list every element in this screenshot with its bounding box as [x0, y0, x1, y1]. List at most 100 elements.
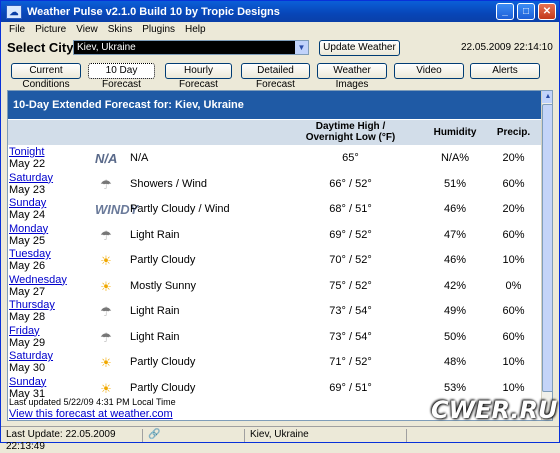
- condition-text: Mostly Sunny: [130, 279, 197, 292]
- condition-text: Partly Cloudy: [130, 381, 196, 394]
- menu-view[interactable]: View: [76, 24, 98, 35]
- forecast-row: Saturday May 30 ☀ Partly Cloudy 71° / 52° 48%…: [8, 350, 541, 376]
- minimize-button[interactable]: _: [496, 3, 514, 20]
- current-datetime: 22.05.2009 22:14:10: [461, 42, 553, 53]
- condition-text: Light Rain: [130, 228, 180, 241]
- menu-skins[interactable]: Skins: [108, 24, 132, 35]
- close-button[interactable]: ✕: [538, 3, 556, 20]
- precip-value: 10%: [502, 356, 525, 368]
- humidity-value: 50%: [443, 330, 467, 343]
- humidity-value: 49%: [443, 305, 467, 317]
- menu-file[interactable]: File: [9, 24, 25, 35]
- tab-current-conditions[interactable]: Current Conditions: [11, 63, 81, 90]
- temperature-value: 66° / 52°: [329, 177, 372, 190]
- window-title: Weather Pulse v2.1.0 Build 10 by Tropic …: [27, 5, 280, 18]
- scroll-thumb[interactable]: [542, 104, 552, 392]
- menu-plugins[interactable]: Plugins: [142, 24, 175, 35]
- temperature-value: 73° / 54°: [329, 305, 372, 317]
- precip-value: 20%: [502, 203, 525, 215]
- tab-10-day-forecast[interactable]: 10 Day Forecast: [88, 63, 155, 90]
- tab-detailed-forecast[interactable]: Detailed Forecast: [241, 63, 310, 90]
- forecast-panel: 10-Day Extended Forecast for: Kiev, Ukra…: [7, 90, 553, 421]
- windy-icon: WINDY: [95, 202, 139, 217]
- humidity-value: 53%: [443, 381, 467, 394]
- status-last-update: Last Update: 22.05.2009 22:13:49: [3, 429, 143, 452]
- forecast-row: Tuesday May 26 ☀ Partly Cloudy 70° / 52° 46% 1…: [8, 248, 541, 274]
- scroll-up-icon[interactable]: ▲: [542, 91, 552, 103]
- humidity-value: 46%: [443, 254, 467, 266]
- maximize-button[interactable]: □: [517, 3, 535, 20]
- precip-value: 60%: [502, 228, 525, 241]
- condition-text: Partly Cloudy: [130, 356, 196, 368]
- select-city-label: Select City: [7, 40, 74, 55]
- humidity-value: 48%: [443, 356, 467, 368]
- day-link[interactable]: Friday: [9, 325, 40, 337]
- precip-value: 60%: [502, 305, 525, 317]
- forecast-column-header: Daytime High / Overnight Low (°F) Humidi…: [8, 120, 541, 145]
- day-date: May 28: [9, 311, 46, 323]
- temperature-value: 69° / 51°: [329, 381, 372, 394]
- day-link[interactable]: Wednesday: [9, 274, 67, 286]
- temperature-value: 68° / 51°: [329, 203, 372, 215]
- temp-column-header-line2: Overnight Low (°F): [305, 132, 396, 143]
- partly-cloudy-icon: ☀: [100, 380, 112, 396]
- humidity-column-header: Humidity: [433, 127, 477, 138]
- day-link[interactable]: Tuesday: [9, 248, 51, 260]
- vertical-scrollbar[interactable]: ▲: [541, 91, 552, 420]
- day-link[interactable]: Saturday: [9, 172, 53, 184]
- day-date: May 29: [9, 336, 46, 349]
- menu-help[interactable]: Help: [185, 24, 206, 35]
- partly-cloudy-icon: ☀: [100, 253, 112, 268]
- update-weather-button[interactable]: Update Weather: [319, 40, 400, 56]
- condition-text: Showers / Wind: [130, 177, 208, 190]
- tab-video[interactable]: Video: [394, 63, 464, 79]
- city-dropdown[interactable]: Kiev, Ukraine ▼: [73, 40, 309, 55]
- humidity-value: 51%: [443, 177, 467, 190]
- precip-value: 20%: [502, 152, 525, 164]
- day-date: May 27: [9, 285, 46, 298]
- weather-com-link[interactable]: View this forecast at weather.com: [9, 408, 173, 420]
- day-link[interactable]: Monday: [9, 223, 48, 235]
- condition-text: Light Rain: [130, 305, 180, 317]
- tab-hourly-forecast[interactable]: Hourly Forecast: [165, 63, 232, 90]
- temperature-value: 71° / 52°: [329, 356, 372, 368]
- temperature-value: 70° / 52°: [329, 254, 372, 266]
- forecast-row: Sunday May 24 WINDY Partly Cloudy / Wind 68°…: [8, 197, 541, 223]
- showers-icon: ☂: [100, 176, 112, 192]
- temp-column-header: Daytime High /: [315, 121, 386, 132]
- day-link[interactable]: Sunday: [9, 197, 46, 209]
- precip-column-header: Precip.: [496, 127, 531, 138]
- chevron-down-icon[interactable]: ▼: [295, 41, 308, 54]
- watermark-logo: CWER.RU: [431, 396, 558, 424]
- temperature-value: 65°: [342, 152, 359, 164]
- temperature-value: 75° / 52°: [329, 279, 372, 292]
- app-window: ☁ Weather Pulse v2.1.0 Build 10 by Tropi…: [0, 0, 560, 452]
- precip-value: 10%: [502, 254, 525, 266]
- title-bar[interactable]: ☁ Weather Pulse v2.1.0 Build 10 by Tropi…: [1, 1, 559, 22]
- day-link[interactable]: Tonight: [9, 146, 44, 158]
- status-icon-cell: 🔗: [145, 429, 245, 442]
- day-date: May 25: [9, 234, 46, 247]
- tab-weather-images[interactable]: Weather Images: [317, 63, 387, 90]
- day-date: May 26: [9, 260, 46, 272]
- humidity-value: 42%: [443, 279, 467, 292]
- condition-text: Light Rain: [130, 330, 180, 343]
- humidity-value: N/A%: [440, 152, 470, 164]
- last-updated-note: Last updated 5/22/09 4:31 PM Local Time: [9, 397, 176, 407]
- rain-icon: ☂: [100, 304, 112, 319]
- temperature-value: 69° / 52°: [329, 228, 372, 241]
- menu-picture[interactable]: Picture: [35, 24, 66, 35]
- condition-text: Partly Cloudy / Wind: [130, 203, 230, 215]
- rain-icon: ☂: [100, 227, 112, 243]
- day-date: May 24: [9, 209, 46, 221]
- forecast-row: Monday May 25 ☂ Light Rain 69° / 52° 47% 60%: [8, 223, 541, 249]
- day-link[interactable]: Sunday: [9, 376, 46, 388]
- day-link[interactable]: Saturday: [9, 350, 53, 362]
- city-selector-row: Select City Kiev, Ukraine ▼ Update Weath…: [1, 38, 559, 60]
- rain-icon: ☂: [100, 329, 112, 345]
- menu-bar: File Picture View Skins Plugins Help: [1, 22, 559, 37]
- app-icon: ☁: [6, 4, 22, 19]
- tab-alerts[interactable]: Alerts: [470, 63, 540, 79]
- day-link[interactable]: Thursday: [9, 299, 55, 311]
- precip-value: 0%: [505, 279, 522, 292]
